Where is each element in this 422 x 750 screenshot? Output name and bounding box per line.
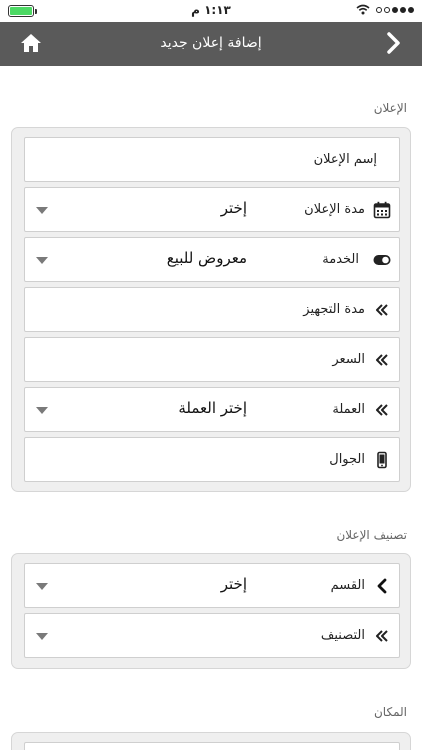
location-card <box>11 732 411 750</box>
chevron-left-icon <box>377 578 387 594</box>
classification-card: القسم إختر التصنيف <box>11 553 411 669</box>
calendar-icon <box>373 201 391 219</box>
status-bar: ١:١٣ م <box>0 0 422 22</box>
section-label-ad: الإعلان <box>373 101 407 115</box>
section-label-location: المكان <box>373 705 407 719</box>
section-label-classification: تصنيف الإعلان <box>336 528 407 542</box>
category-value: إختر <box>220 575 247 593</box>
prep-time-field[interactable]: مدة التجهيز <box>24 287 400 332</box>
service-value: معروض للبيع <box>166 249 247 267</box>
service-label: الخدمة <box>322 252 359 267</box>
cell-signal-icon <box>376 6 414 13</box>
ad-card: إسم الإعلان مدة الإعلان إختر الخدمة معرو… <box>11 127 411 492</box>
service-select[interactable]: الخدمة معروض للبيع <box>24 237 400 282</box>
signal-indicators <box>356 4 414 15</box>
chevron-down-icon <box>36 257 48 264</box>
page-title: إضافة إعلان جديد <box>160 35 262 51</box>
location-row[interactable] <box>24 742 400 750</box>
subcategory-select[interactable]: التصنيف <box>24 613 400 658</box>
chevron-down-icon <box>36 583 48 590</box>
double-chevron-icon <box>376 404 388 416</box>
currency-label: العملة <box>332 402 365 417</box>
phone-icon <box>377 451 387 469</box>
ad-name-field[interactable]: إسم الإعلان <box>24 137 400 182</box>
double-chevron-icon <box>376 630 388 642</box>
wifi-icon <box>356 4 370 15</box>
category-select[interactable]: القسم إختر <box>24 563 400 608</box>
ad-name-placeholder: إسم الإعلان <box>313 152 377 167</box>
currency-select[interactable]: العملة إختر العملة <box>24 387 400 432</box>
chevron-down-icon <box>36 407 48 414</box>
mobile-field[interactable]: الجوال <box>24 437 400 482</box>
price-field[interactable]: السعر <box>24 337 400 382</box>
chevron-right-icon[interactable] <box>382 32 404 54</box>
currency-value: إختر العملة <box>178 399 247 417</box>
chevron-down-icon <box>36 207 48 214</box>
mobile-label: الجوال <box>329 452 365 467</box>
ad-duration-select[interactable]: مدة الإعلان إختر <box>24 187 400 232</box>
double-chevron-icon <box>376 354 388 366</box>
double-chevron-icon <box>376 304 388 316</box>
price-label: السعر <box>332 352 365 367</box>
chevron-down-icon <box>36 633 48 640</box>
ad-duration-label: مدة الإعلان <box>304 202 365 217</box>
category-label: القسم <box>330 578 365 593</box>
ad-duration-value: إختر <box>220 199 247 217</box>
nav-bar: إضافة إعلان جديد <box>0 22 422 66</box>
subcategory-label: التصنيف <box>320 628 365 643</box>
toggle-icon <box>373 255 391 265</box>
prep-time-label: مدة التجهيز <box>303 302 365 317</box>
